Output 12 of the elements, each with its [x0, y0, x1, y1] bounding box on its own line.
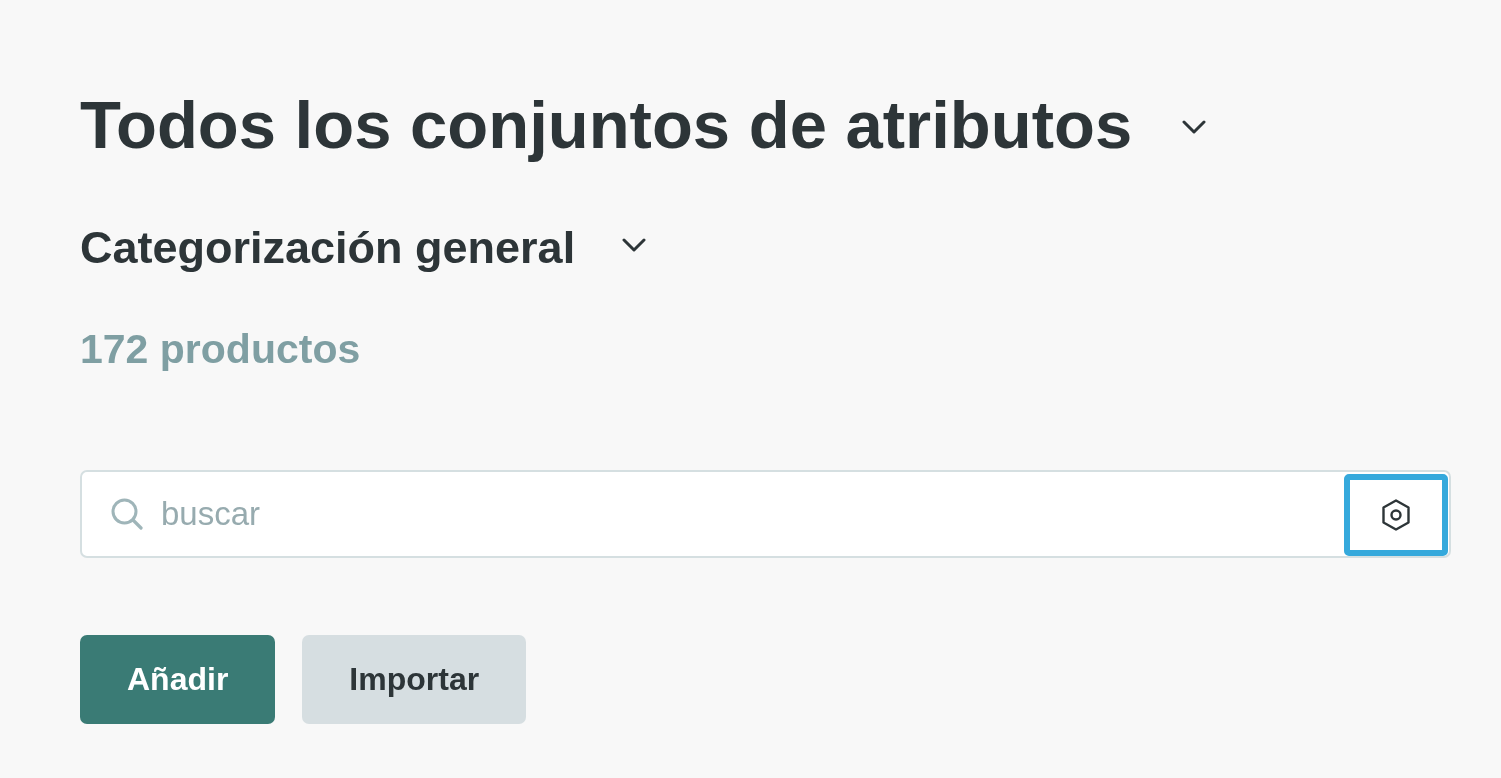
- subtitle: Categorización general: [80, 221, 576, 275]
- action-button[interactable]: Importar: [302, 635, 527, 724]
- page-title: Todos los conjuntos de atributos: [80, 86, 1133, 164]
- product-count: 172 productos: [80, 325, 361, 374]
- chevron-down-icon[interactable]: [622, 238, 647, 252]
- search-field[interactable]: buscar: [80, 470, 1451, 558]
- search-input[interactable]: buscar: [161, 489, 1332, 539]
- settings-button[interactable]: [1344, 474, 1448, 556]
- hex-nut-icon: [1382, 499, 1410, 531]
- search-icon: [111, 498, 143, 530]
- chevron-down-icon[interactable]: [1182, 120, 1207, 134]
- action-button[interactable]: Añadir: [80, 635, 276, 724]
